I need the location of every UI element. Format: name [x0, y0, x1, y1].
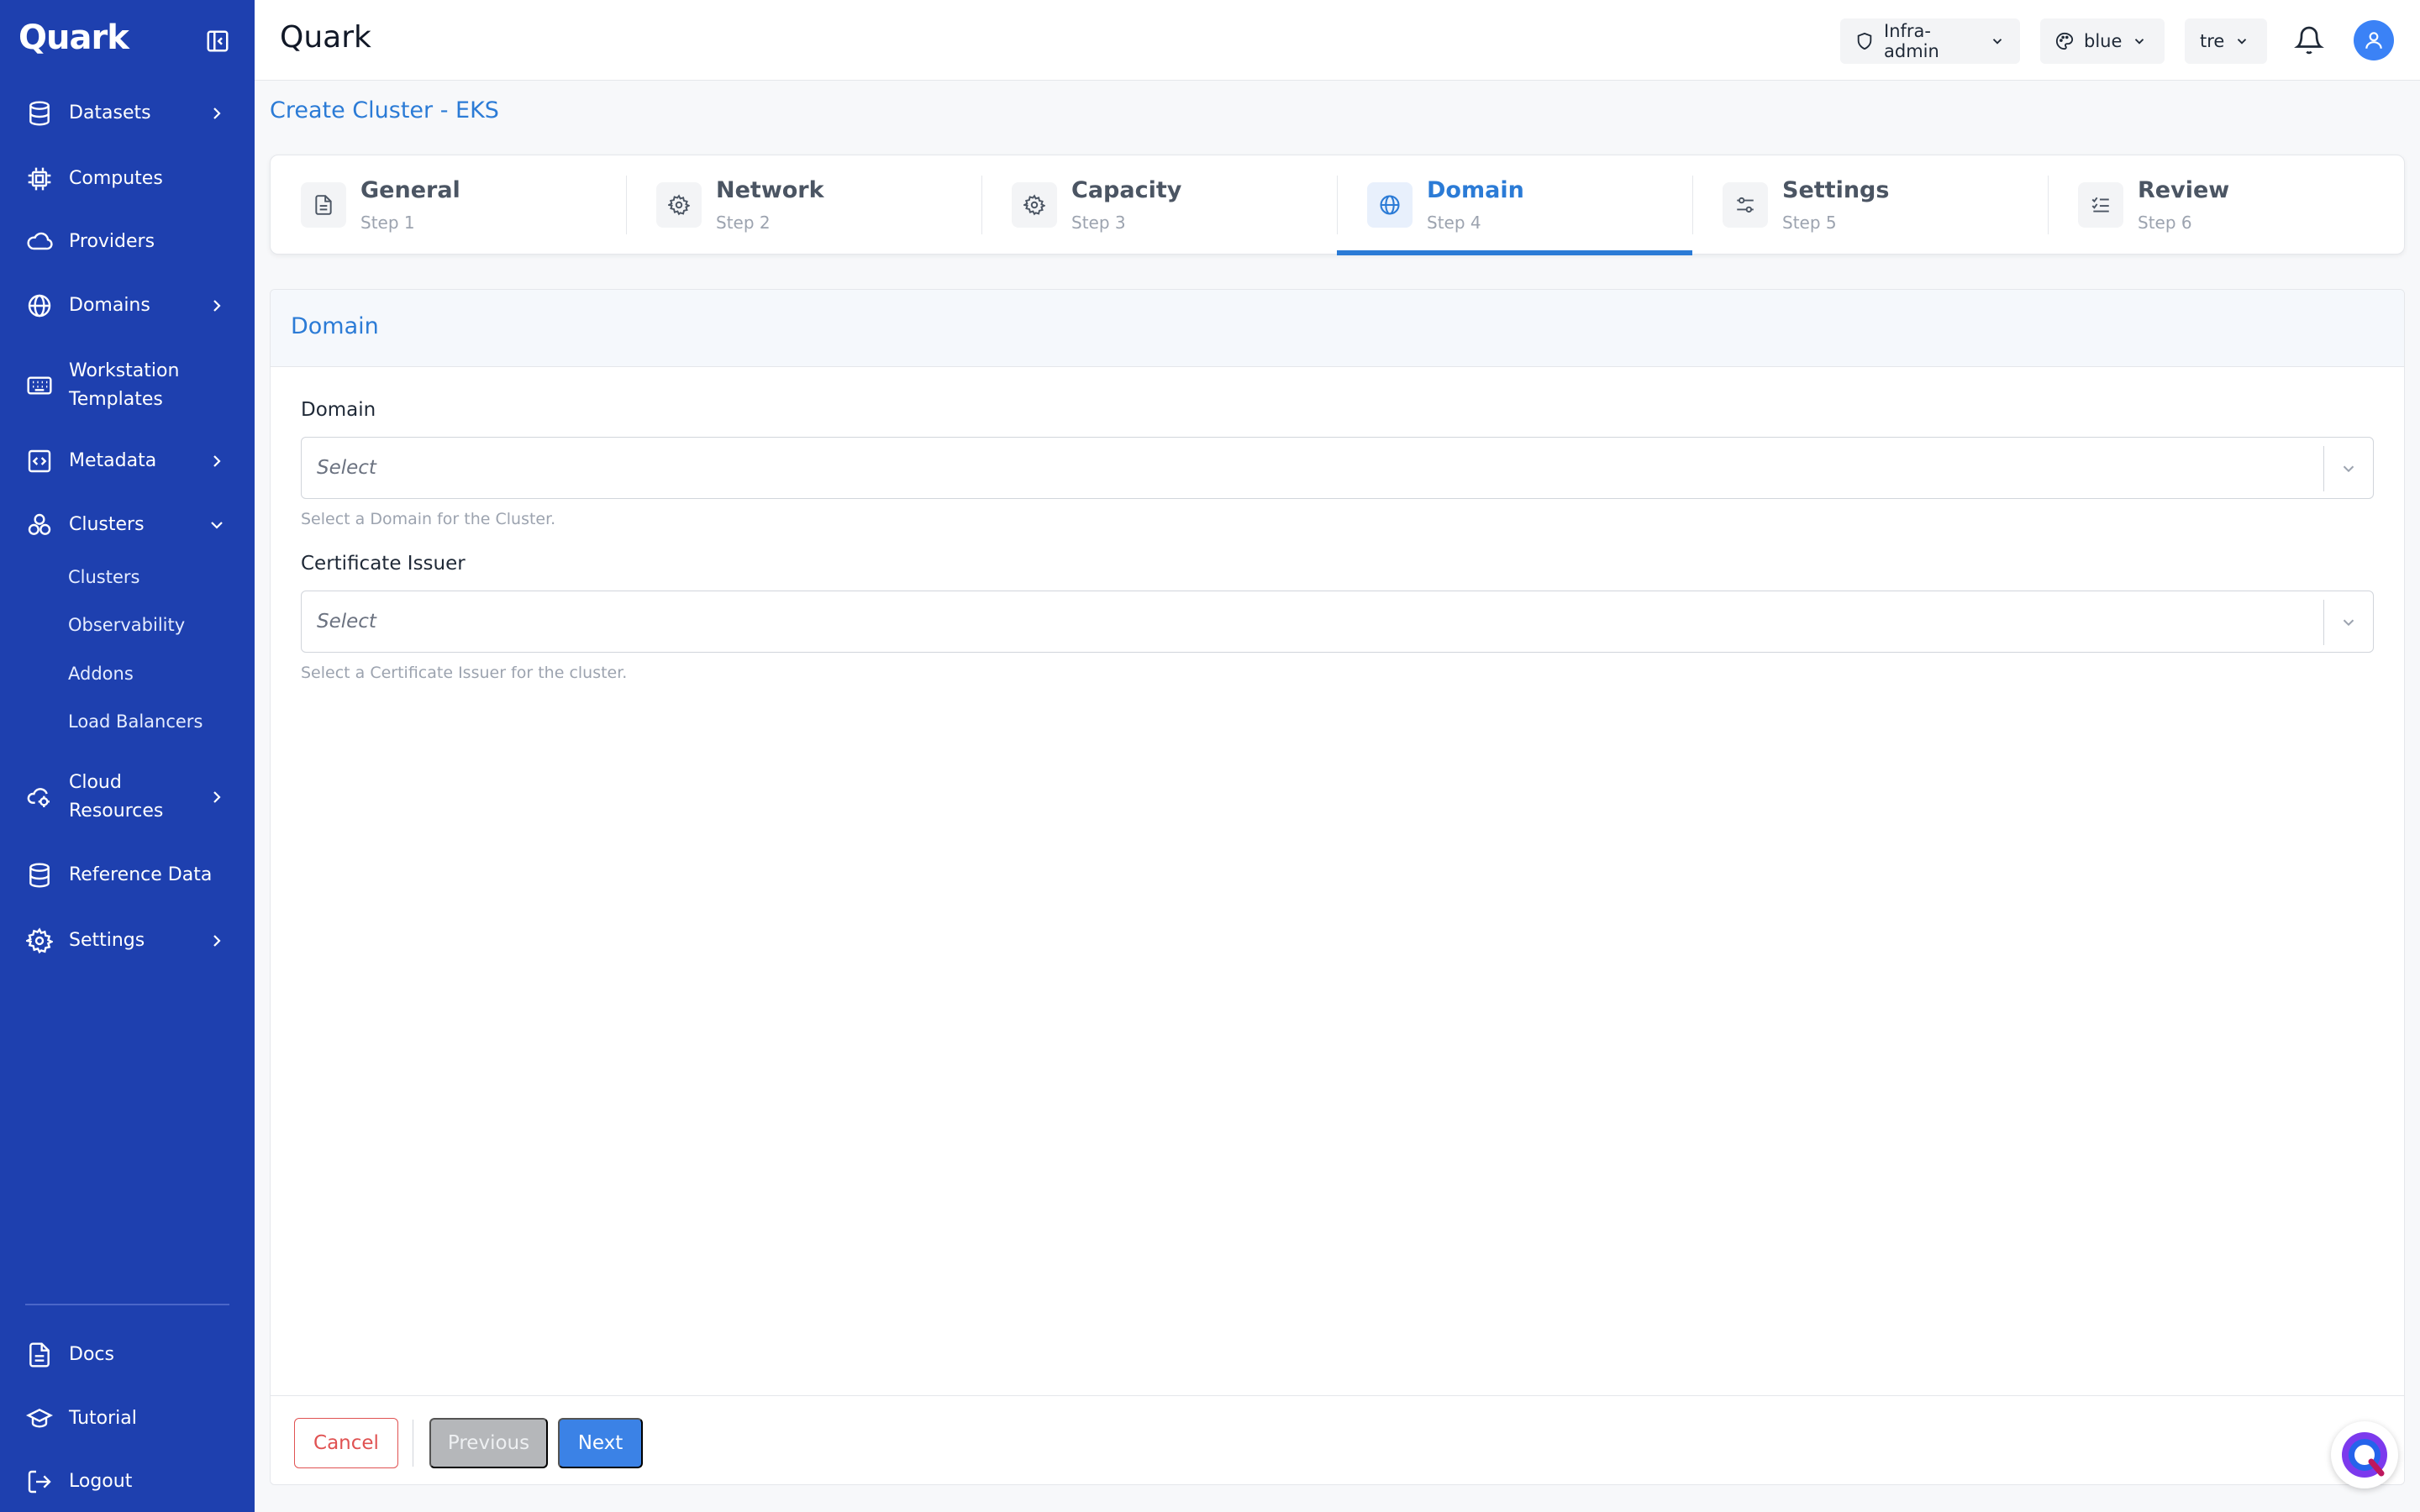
shield-icon	[1857, 32, 1872, 50]
database-icon	[25, 861, 54, 890]
domain-select[interactable]: Select	[301, 437, 2374, 499]
theme-label: blue	[2084, 31, 2123, 51]
sidebar-collapse-icon[interactable]	[205, 29, 230, 54]
sidebar-item-settings[interactable]: Settings	[0, 927, 255, 955]
select-separator	[2323, 446, 2324, 491]
section-title: Domain	[291, 313, 379, 339]
sidebar-item-providers[interactable]: Providers	[0, 228, 255, 256]
logout-icon	[25, 1467, 54, 1496]
app-title: Quark	[280, 20, 371, 55]
sidebar-item-tutorial[interactable]: Tutorial	[0, 1404, 255, 1433]
sidebar-item-datasets[interactable]: Datasets	[0, 99, 255, 128]
certificate-issuer-label: Certificate Issuer	[301, 553, 466, 575]
sidebar-subitem-load-balancers[interactable]: Load Balancers	[68, 711, 203, 732]
chevron-right-icon	[213, 455, 221, 467]
help-chat-button[interactable]	[2331, 1421, 2398, 1488]
wizard-stepper: General Step 1 Network Step 2 Capacity S…	[270, 155, 2405, 255]
code-icon	[25, 447, 54, 475]
sidebar-item-clusters[interactable]: Clusters	[0, 511, 255, 539]
cloud-icon	[25, 228, 54, 256]
gear-icon	[1012, 182, 1057, 228]
globe-icon	[1367, 182, 1413, 228]
sidebar-divider	[25, 1304, 229, 1305]
step-review[interactable]: Review Step 6	[2048, 155, 2403, 255]
checklist-icon	[2078, 182, 2123, 228]
globe-icon	[25, 291, 54, 320]
tenant-label: tre	[2200, 31, 2225, 51]
gear-icon	[25, 927, 54, 955]
file-icon	[25, 1341, 54, 1369]
sidebar-item-docs[interactable]: Docs	[0, 1341, 255, 1369]
graduation-cap-icon	[25, 1404, 54, 1433]
tenant-selector[interactable]: tre	[2185, 18, 2267, 64]
previous-button[interactable]: Previous	[429, 1418, 548, 1468]
domain-form-card: Domain Domain Select Select a Domain for…	[270, 289, 2405, 1485]
chevron-down-icon	[2343, 465, 2354, 473]
form-footer: Cancel Previous Next	[271, 1395, 2404, 1484]
chevron-down-icon	[211, 522, 223, 529]
sidebar-item-metadata[interactable]: Metadata	[0, 447, 255, 475]
sidebar-subitem-addons[interactable]: Addons	[68, 664, 134, 684]
step-capacity[interactable]: Capacity Step 3	[981, 155, 1337, 255]
card-header: Domain	[271, 290, 2404, 367]
step-settings[interactable]: Settings Step 5	[1692, 155, 2048, 255]
chevron-down-icon	[2343, 619, 2354, 627]
keyboard-icon	[25, 371, 54, 400]
sidebar-item-workstation-templates[interactable]: Workstation Templates	[0, 357, 255, 414]
cloud-cog-icon	[25, 783, 54, 811]
sidebar-item-computes[interactable]: Computes	[0, 165, 255, 193]
cancel-button[interactable]: Cancel	[294, 1418, 398, 1468]
select-separator	[2323, 600, 2324, 645]
domain-label: Domain	[301, 399, 376, 421]
sliders-icon	[1723, 182, 1768, 228]
sidebar-item-reference-data[interactable]: Reference Data	[0, 861, 255, 890]
palette-icon	[2055, 32, 2074, 50]
sidebar-subitem-observability[interactable]: Observability	[68, 615, 185, 635]
database-icon	[25, 99, 54, 128]
chevron-right-icon	[213, 791, 221, 803]
chevron-right-icon	[213, 300, 221, 312]
step-domain[interactable]: Domain Step 4	[1337, 155, 1692, 255]
notification-bell-icon[interactable]	[2294, 24, 2324, 57]
sidebar-item-logout[interactable]: Logout	[0, 1467, 255, 1496]
chevron-down-icon	[2238, 39, 2247, 45]
certificate-issuer-select[interactable]: Select	[301, 591, 2374, 653]
gear-icon	[656, 182, 702, 228]
role-label: Infra-admin	[1884, 21, 1939, 61]
chat-logo-icon	[2342, 1432, 2387, 1478]
theme-selector[interactable]: blue	[2040, 18, 2165, 64]
step-general[interactable]: General Step 1	[271, 155, 626, 255]
cluster-icon	[25, 511, 54, 539]
chevron-right-icon	[213, 935, 221, 947]
role-selector[interactable]: Infra-admin	[1840, 18, 2020, 64]
sidebar-item-domains[interactable]: Domains	[0, 291, 255, 320]
next-button[interactable]: Next	[558, 1418, 643, 1468]
chip-icon	[25, 165, 54, 193]
document-icon	[301, 182, 346, 228]
chevron-right-icon	[213, 108, 221, 119]
domain-help-text: Select a Domain for the Cluster.	[301, 510, 556, 528]
step-network[interactable]: Network Step 2	[626, 155, 981, 255]
chevron-down-icon	[1992, 39, 2002, 45]
page-title: Create Cluster - EKS	[270, 97, 499, 123]
sidebar-subitem-clusters[interactable]: Clusters	[68, 567, 139, 587]
sidebar: Quark Datasets Computes Providers Domain…	[0, 0, 255, 1512]
user-icon	[2365, 32, 2382, 49]
top-header: Quark Infra-admin blue tre	[255, 0, 2420, 81]
app-logo: Quark	[18, 18, 129, 57]
chevron-down-icon	[2135, 39, 2144, 45]
sidebar-item-cloud-resources[interactable]: Cloud Resources	[0, 769, 255, 826]
user-avatar[interactable]	[2354, 20, 2394, 60]
certificate-issuer-help-text: Select a Certificate Issuer for the clus…	[301, 664, 628, 682]
